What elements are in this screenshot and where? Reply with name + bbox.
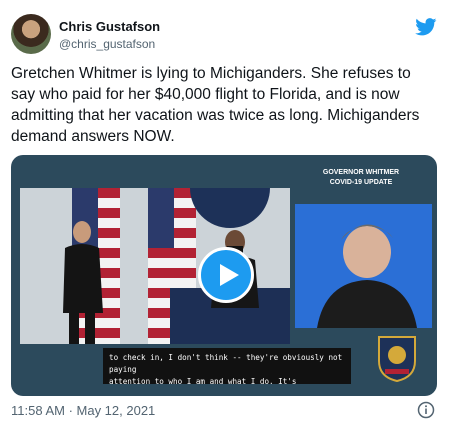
play-icon [220,264,239,286]
interpreter-figure [63,221,103,344]
twitter-bird-icon[interactable] [415,18,437,36]
play-button[interactable] [198,247,254,303]
interviewee-figure [317,224,417,328]
tweet-text: Gretchen Whitmer is lying to Michigander… [11,65,420,145]
tweet-timestamp[interactable]: 11:58 AM · May 12, 2021 [11,403,155,418]
overlay-line-1: GOVERNOR WHITMER [322,169,400,176]
info-icon[interactable] [417,401,435,419]
avatar[interactable] [11,14,51,54]
caption-line-1: to check in, I don't think -- they're ob… [109,353,343,374]
caption-line-2: attention to who I am and what I do. It'… [109,377,297,386]
michigan-emblem [378,336,416,383]
video-overlay-title: GOVERNOR WHITMER COVID-19 UPDATE [301,168,421,188]
state-seal [190,188,270,228]
video-caption: to check in, I don't think -- they're ob… [103,348,351,386]
overlay-line-2: COVID-19 UPDATE [329,179,393,186]
video-player[interactable]: GOVERNOR WHITMER COVID-19 UPDATE to chec… [11,155,437,396]
interviewee-frame [295,204,432,328]
author-handle[interactable]: @chris_gustafson [59,37,155,51]
author-name[interactable]: Chris Gustafson [59,19,160,34]
